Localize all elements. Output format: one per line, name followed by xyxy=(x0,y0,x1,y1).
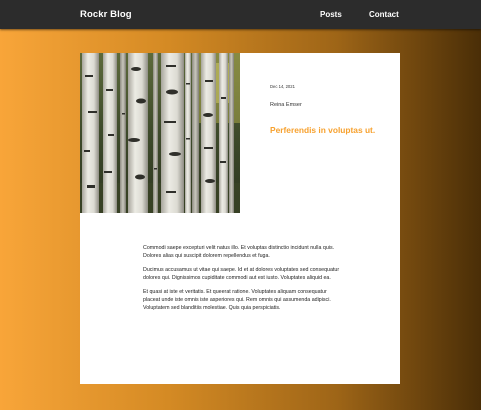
post-paragraph: Et quasi at iste et veritatis. Et queera… xyxy=(143,289,331,311)
post-paragraph: Commodi saepe excepturi velit natus illo… xyxy=(143,245,335,259)
post-title: Perferendis in voluptas ut. xyxy=(270,125,376,135)
post-paragraph: Ducimus accusamus ut vitae qui saepe. Id… xyxy=(143,267,340,281)
post-author: Reina Emser xyxy=(270,102,302,108)
post-body: Commodi saepe excepturi velit natus illo… xyxy=(143,244,343,318)
birch-forest-image xyxy=(80,53,240,213)
post-card: Dec 14, 2021 Reina Emser Perferendis in … xyxy=(80,53,400,384)
post-image xyxy=(80,53,240,213)
top-navbar: Rockr Blog Posts Contact xyxy=(0,0,481,29)
post-date: Dec 14, 2021 xyxy=(270,84,295,89)
nav-link-posts[interactable]: Posts xyxy=(320,10,342,19)
nav-link-contact[interactable]: Contact xyxy=(369,10,399,19)
brand-logo-link[interactable]: Rockr Blog xyxy=(80,9,132,20)
